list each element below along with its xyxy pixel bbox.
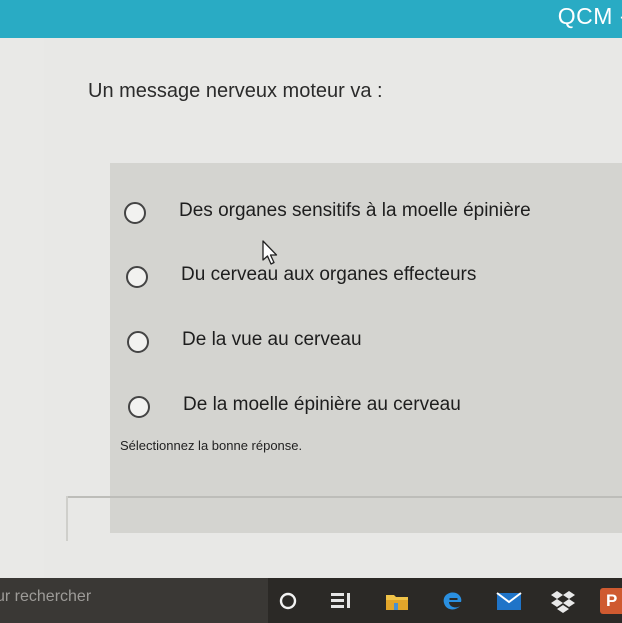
option-label: De la vue au cerveau: [182, 329, 362, 350]
option-3[interactable]: De la vue au cerveau: [127, 325, 427, 359]
title-bar: QCM -: [0, 0, 622, 38]
option-2[interactable]: Du cerveau aux organes effecteurs: [126, 260, 526, 294]
left-margin: [0, 38, 44, 578]
window-title: QCM -: [557, 3, 622, 29]
task-view-icon[interactable]: [326, 586, 356, 616]
option-4[interactable]: De la moelle épinière au cerveau: [128, 390, 528, 424]
divider: [66, 496, 622, 498]
radio-button[interactable]: [124, 202, 146, 224]
radio-button[interactable]: [126, 266, 148, 288]
option-label: Du cerveau aux organes effecteurs: [181, 264, 477, 285]
edge-browser-icon[interactable]: [438, 586, 468, 616]
quiz-content: Un message nerveux moteur va : Des organ…: [44, 38, 622, 578]
taskbar: ur rechercher P: [0, 578, 622, 623]
mail-icon[interactable]: [494, 586, 524, 616]
dropbox-icon[interactable]: [548, 586, 578, 616]
instruction-text: Sélectionnez la bonne réponse.: [120, 438, 303, 453]
radio-button[interactable]: [128, 396, 150, 418]
powerpoint-letter: P: [606, 591, 618, 610]
divider: [66, 496, 68, 541]
mouse-pointer-icon: [262, 240, 278, 265]
question-text: Un message nerveux moteur va :: [88, 80, 383, 102]
search-placeholder: ur rechercher: [0, 588, 92, 605]
cortana-circle-icon[interactable]: [273, 586, 303, 616]
folder-icon[interactable]: [382, 586, 412, 616]
option-label: De la moelle épinière au cerveau: [183, 394, 461, 415]
radio-button[interactable]: [127, 331, 149, 353]
option-1[interactable]: Des organes sensitifs à la moelle épiniè…: [124, 196, 594, 230]
taskbar-search-box[interactable]: ur rechercher: [0, 578, 268, 623]
option-label: Des organes sensitifs à la moelle épiniè…: [179, 200, 531, 221]
powerpoint-icon[interactable]: P: [600, 588, 622, 614]
